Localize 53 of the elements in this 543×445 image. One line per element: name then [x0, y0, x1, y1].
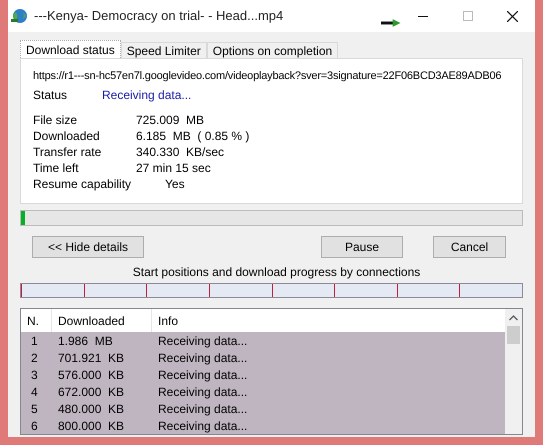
table-cell-text: 1.986 MB [57, 332, 114, 350]
tab[interactable]: Options on completion [206, 42, 338, 58]
field-value: 27 min 15 sec [136, 160, 211, 176]
table-row[interactable]: 2 701.921 KB Receiving data... [21, 349, 505, 366]
table-row[interactable]: 1 1.986 MB Receiving data... [21, 332, 505, 349]
table-row[interactable]: 3 576.000 KB Receiving data... [21, 366, 505, 383]
scroll-thumb[interactable] [507, 326, 520, 344]
table-cell-text: Receiving data... [157, 384, 248, 400]
table-cell-text: 1 [30, 332, 39, 350]
table-row[interactable]: 5 480.000 KB Receiving data... [21, 400, 505, 417]
table-cell-text: 2 [30, 350, 39, 366]
field-label: Transfer rate [33, 144, 102, 160]
tab[interactable]: Download status [20, 40, 121, 58]
table-row[interactable]: 6 800.000 KB Receiving data... [21, 417, 505, 434]
maximize-icon [462, 11, 473, 21]
field-label: Status [33, 87, 68, 104]
column-header: Info [157, 312, 180, 330]
connections-label: Start positions and download progress by connections [132, 264, 420, 281]
scroll-up-icon [509, 315, 518, 321]
table-cell-text: 6 [30, 418, 39, 434]
table-cell-text: 576.000 KB [57, 366, 126, 384]
field-value: 725.009 MB [136, 112, 204, 128]
table-cell-text: Receiving data... [157, 400, 248, 418]
close-icon [507, 10, 518, 22]
field-value: 340.330 KB/sec [136, 144, 224, 160]
table-cell-text: Receiving data... [157, 350, 248, 366]
table-cell-text: 701.921 KB [57, 350, 126, 366]
status-value: Receiving data... [102, 87, 192, 104]
table-cell-text: 672.000 KB [57, 384, 126, 400]
field-label: Resume capability [33, 176, 132, 192]
table-cell-text: Receiving data... [157, 418, 248, 434]
table-cell-text: 480.000 KB [57, 400, 126, 418]
cancel-button[interactable]: Cancel [433, 236, 506, 258]
pause-button[interactable]: Pause [321, 236, 403, 258]
table-cell-text: 3 [30, 366, 39, 384]
url-text: https://r1---sn-hc57en7l.googlevideo.com/videoplayback?sver=3signature=22F06BCD3AE89ADB06 [33, 69, 502, 83]
table-cell-text: 4 [30, 384, 39, 400]
field-label: Downloaded [33, 128, 101, 144]
field-value: 6.185 MB ( 0.85 % ) [136, 128, 250, 144]
field-label: File size [33, 112, 78, 128]
tab[interactable]: Speed Limiter [120, 42, 207, 58]
table-cell-text: Receiving data... [157, 366, 248, 384]
table-cell-text: Receiving data... [157, 332, 248, 350]
table-row[interactable]: 4 672.000 KB Receiving data... [21, 383, 505, 400]
scrollbar[interactable] [505, 309, 522, 434]
hide-details-button[interactable]: << Hide details [32, 236, 144, 258]
table-cell-text: 800.000 KB [57, 418, 126, 434]
globe-icon [10, 7, 28, 25]
field-value: Yes [164, 176, 185, 192]
field-label: Time left [33, 160, 80, 176]
arrow-icon [381, 19, 401, 27]
window-title: ---Kenya- Democracy on trial- - Head...mp4 [34, 7, 284, 26]
table-cell-text: 5 [30, 400, 39, 418]
